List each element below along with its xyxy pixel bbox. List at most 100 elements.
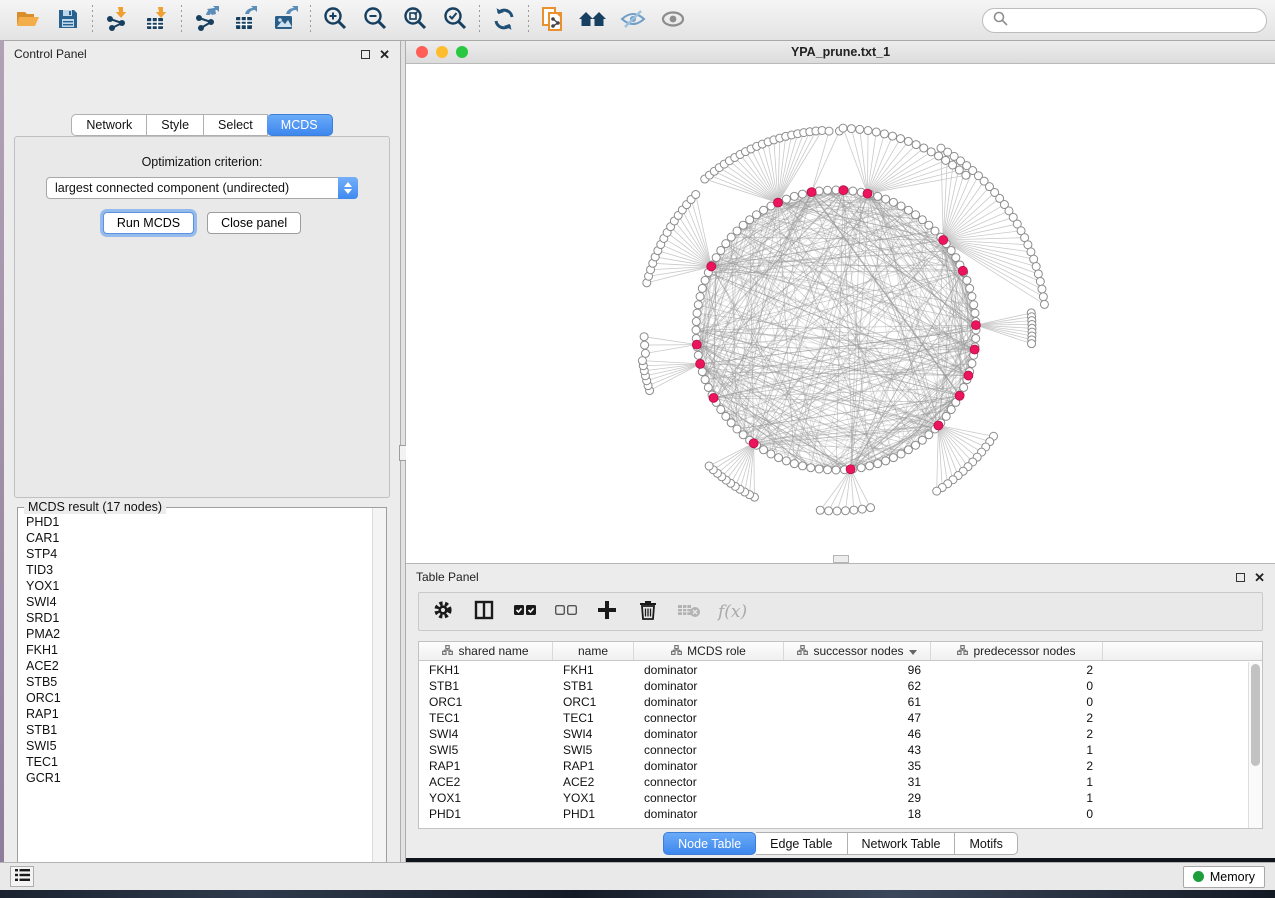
table-row[interactable]: STB1STB1dominator620 <box>419 678 1248 694</box>
cell-successor-nodes[interactable]: 31 <box>784 774 931 790</box>
cell-predecessor-nodes[interactable]: 2 <box>931 726 1103 742</box>
import-network-button[interactable] <box>97 3 137 37</box>
result-list-item[interactable]: SWI4 <box>26 594 371 610</box>
close-panel-button[interactable]: Close panel <box>207 212 301 234</box>
cell-shared-name[interactable]: SWI5 <box>419 742 553 758</box>
cell-name[interactable]: PHD1 <box>553 806 634 822</box>
result-list-item[interactable]: FKH1 <box>26 642 371 658</box>
table-scrollbar-thumb[interactable] <box>1251 664 1260 766</box>
cell-successor-nodes[interactable]: 47 <box>784 710 931 726</box>
result-list-item[interactable]: RAP1 <box>26 706 371 722</box>
hide-selected-button[interactable] <box>613 3 653 37</box>
mcds-result-scrollbar[interactable] <box>372 508 386 878</box>
cell-shared-name[interactable]: YOX1 <box>419 790 553 806</box>
result-list-item[interactable]: GCR1 <box>26 770 371 786</box>
cell-MCDS-role[interactable]: dominator <box>634 662 784 678</box>
zoom-out-button[interactable] <box>355 3 395 37</box>
cell-successor-nodes[interactable]: 61 <box>784 694 931 710</box>
criterion-select[interactable]: largest connected component (undirected) <box>46 177 358 199</box>
memory-button[interactable]: Memory <box>1183 866 1265 888</box>
table-row[interactable]: SWI5SWI5connector431 <box>419 742 1248 758</box>
result-list-item[interactable]: ORC1 <box>26 690 371 706</box>
cell-predecessor-nodes[interactable]: 1 <box>931 774 1103 790</box>
add-column-button[interactable] <box>595 600 619 624</box>
table-settings-button[interactable] <box>431 600 455 624</box>
table-row[interactable]: ORC1ORC1dominator610 <box>419 694 1248 710</box>
apply-function-button[interactable]: f(x) <box>718 600 747 624</box>
cell-predecessor-nodes[interactable]: 0 <box>931 694 1103 710</box>
cell-MCDS-role[interactable]: connector <box>634 710 784 726</box>
cell-shared-name[interactable]: ORC1 <box>419 694 553 710</box>
cell-predecessor-nodes[interactable]: 0 <box>931 806 1103 822</box>
tab-node-table[interactable]: Node Table <box>663 832 756 855</box>
cell-successor-nodes[interactable]: 35 <box>784 758 931 774</box>
select-all-button[interactable] <box>513 600 537 624</box>
zoom-fit-button[interactable] <box>395 3 435 37</box>
export-network-button[interactable] <box>186 3 226 37</box>
table-row[interactable]: FKH1FKH1dominator962 <box>419 662 1248 678</box>
result-list-item[interactable]: STB1 <box>26 722 371 738</box>
deselect-all-button[interactable] <box>554 600 578 624</box>
cell-shared-name[interactable]: TEC1 <box>419 710 553 726</box>
tab-network-table[interactable]: Network Table <box>848 832 956 855</box>
table-row[interactable]: PHD1PHD1dominator180 <box>419 806 1248 822</box>
export-image-button[interactable] <box>266 3 306 37</box>
cell-name[interactable]: RAP1 <box>553 758 634 774</box>
result-list-item[interactable]: STB5 <box>26 674 371 690</box>
table-scrollbar[interactable] <box>1248 662 1262 828</box>
table-row[interactable]: ACE2ACE2connector311 <box>419 774 1248 790</box>
duplicate-network-button[interactable] <box>533 3 573 37</box>
table-row[interactable]: YOX1YOX1connector291 <box>419 790 1248 806</box>
refresh-button[interactable] <box>484 3 524 37</box>
close-panel-icon[interactable]: ✕ <box>379 50 390 59</box>
cell-MCDS-role[interactable]: connector <box>634 774 784 790</box>
network-canvas[interactable] <box>406 64 1275 563</box>
tab-select[interactable]: Select <box>204 114 268 136</box>
export-table-button[interactable] <box>226 3 266 37</box>
cell-MCDS-role[interactable]: connector <box>634 742 784 758</box>
task-history-button[interactable] <box>10 866 34 887</box>
cell-shared-name[interactable]: FKH1 <box>419 662 553 678</box>
result-list-item[interactable]: TID3 <box>26 562 371 578</box>
open-file-button[interactable] <box>8 3 48 37</box>
cell-predecessor-nodes[interactable]: 2 <box>931 710 1103 726</box>
tab-mcds[interactable]: MCDS <box>267 114 333 136</box>
show-columns-button[interactable] <box>472 600 496 624</box>
cell-successor-nodes[interactable]: 43 <box>784 742 931 758</box>
tab-network[interactable]: Network <box>71 114 147 136</box>
column-header-predecessor-nodes[interactable]: predecessor nodes <box>931 642 1103 660</box>
delete-table-button[interactable] <box>677 600 701 624</box>
cell-name[interactable]: SWI4 <box>553 726 634 742</box>
cell-MCDS-role[interactable]: dominator <box>634 726 784 742</box>
cell-predecessor-nodes[interactable]: 1 <box>931 742 1103 758</box>
cell-name[interactable]: YOX1 <box>553 790 634 806</box>
column-header-MCDS-role[interactable]: MCDS role <box>634 642 784 660</box>
cell-name[interactable]: STB1 <box>553 678 634 694</box>
cell-MCDS-role[interactable]: dominator <box>634 694 784 710</box>
cell-name[interactable]: FKH1 <box>553 662 634 678</box>
zoom-selected-button[interactable] <box>435 3 475 37</box>
float-panel-icon[interactable] <box>361 50 370 59</box>
import-table-button[interactable] <box>137 3 177 37</box>
close-table-panel-icon[interactable]: ✕ <box>1254 573 1265 582</box>
result-list-item[interactable]: STP4 <box>26 546 371 562</box>
cell-successor-nodes[interactable]: 62 <box>784 678 931 694</box>
mcds-result-list[interactable]: PHD1CAR1STP4TID3YOX1SWI4SRD1PMA2FKH1ACE2… <box>19 514 371 877</box>
run-mcds-button[interactable]: Run MCDS <box>103 212 194 234</box>
cell-shared-name[interactable]: STB1 <box>419 678 553 694</box>
cell-predecessor-nodes[interactable]: 0 <box>931 678 1103 694</box>
result-list-item[interactable]: PMA2 <box>26 626 371 642</box>
result-list-item[interactable]: PHD1 <box>26 514 371 530</box>
result-list-item[interactable]: TEC1 <box>26 754 371 770</box>
result-list-item[interactable]: YOX1 <box>26 578 371 594</box>
cell-name[interactable]: TEC1 <box>553 710 634 726</box>
cell-name[interactable]: SWI5 <box>553 742 634 758</box>
first-neighbors-button[interactable] <box>573 3 613 37</box>
network-window-titlebar[interactable]: YPA_prune.txt_1 <box>406 41 1275 64</box>
search-input[interactable] <box>1014 13 1256 27</box>
result-list-item[interactable]: ACE2 <box>26 658 371 674</box>
cell-successor-nodes[interactable]: 29 <box>784 790 931 806</box>
show-all-button[interactable] <box>653 3 693 37</box>
result-list-item[interactable]: SWI5 <box>26 738 371 754</box>
table-row[interactable]: TEC1TEC1connector472 <box>419 710 1248 726</box>
